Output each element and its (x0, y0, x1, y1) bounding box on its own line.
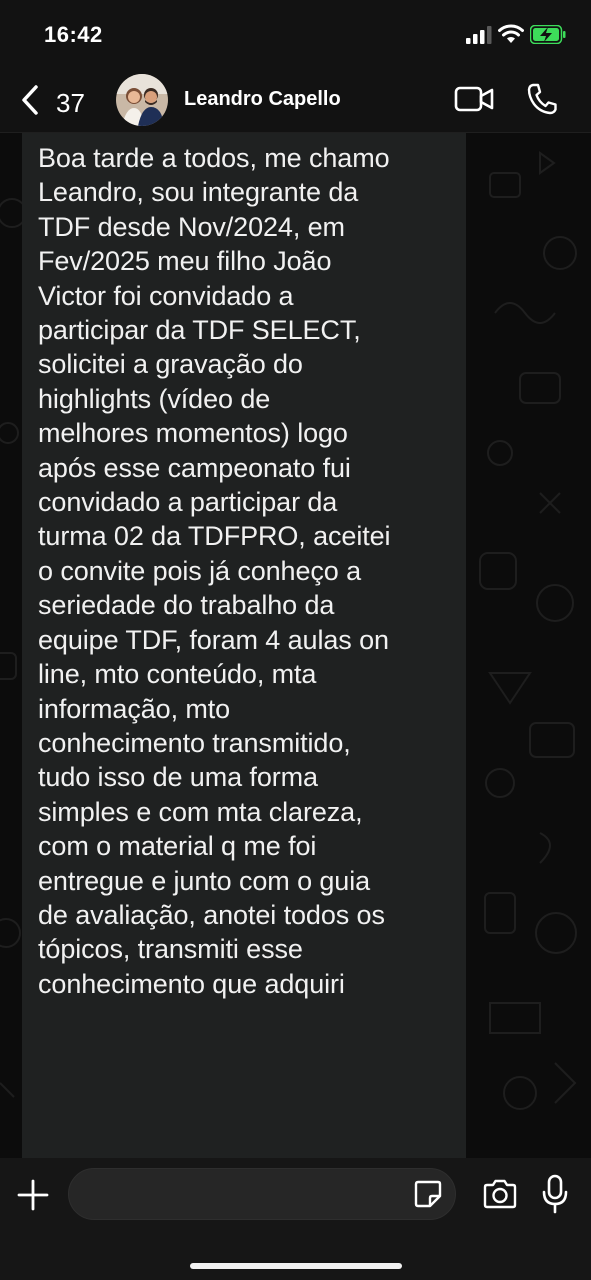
plus-icon[interactable] (16, 1178, 50, 1212)
message-text: Boa tarde a todos, me chamo Leandro, sou… (38, 143, 391, 999)
status-time: 16:42 (44, 22, 103, 47)
message-input-field[interactable] (68, 1168, 456, 1220)
video-camera-icon[interactable] (454, 84, 494, 114)
microphone-icon[interactable] (540, 1174, 570, 1214)
chat-area[interactable]: Boa tarde a todos, me chamo Leandro, sou… (0, 133, 591, 1158)
back-button[interactable]: 37 (14, 78, 94, 122)
phone-icon[interactable] (526, 82, 558, 116)
message-input[interactable] (85, 1177, 409, 1213)
contact-name[interactable]: Leandro Capello (184, 88, 341, 111)
unread-count: 37 (56, 88, 85, 118)
status-bar: 16:42 (0, 0, 591, 70)
avatar-photo (116, 74, 168, 126)
chat-header: 37 Leandro Capello (0, 70, 591, 133)
camera-icon[interactable] (482, 1178, 518, 1210)
sticker-icon[interactable] (413, 1179, 443, 1209)
cellular-signal-icon (466, 26, 492, 44)
chevron-left-icon (22, 85, 38, 115)
home-indicator[interactable] (190, 1263, 402, 1269)
wifi-icon (498, 24, 524, 43)
battery-charging-icon (530, 25, 566, 44)
avatar[interactable] (116, 74, 168, 126)
composer-bar (0, 1158, 591, 1280)
message-bubble[interactable]: Boa tarde a todos, me chamo Leandro, sou… (22, 133, 466, 1158)
